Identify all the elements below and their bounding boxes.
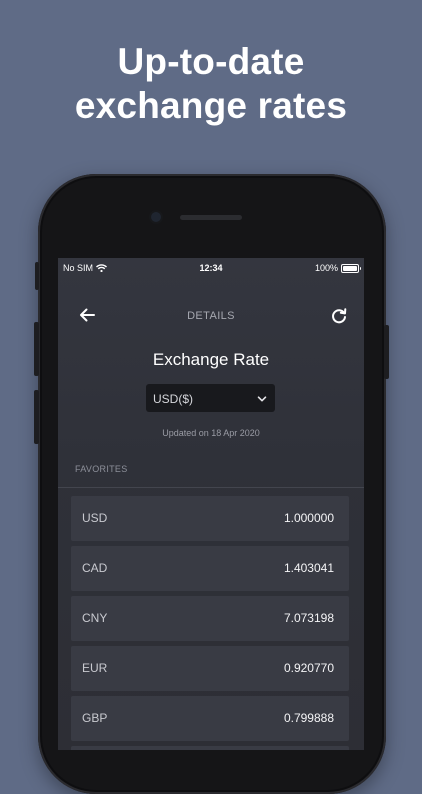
nav-title: DETAILS [187,310,235,322]
currency-rate: 1.000000 [283,511,334,525]
app-screen: No SIM 12:34 100% DETAILS Exchange Rate … [58,258,364,750]
currency-row-partial[interactable] [71,746,349,750]
favorites-section-label: FAVORITES [75,464,128,474]
refresh-icon [332,308,347,324]
page-title: Exchange Rate [152,350,270,369]
updated-timestamp: Updated on 18 Apr 2020 [162,428,260,438]
headline-line-1: Up-to-date [117,41,305,82]
battery-group: 100% [314,263,361,273]
currency-row-cny[interactable]: CNY 7.073198 [71,596,349,641]
currency-rate: 1.403041 [283,561,334,575]
battery-percentage: 100% [314,263,338,273]
currency-rate: 7.073198 [283,611,334,625]
earpiece-speaker [180,215,242,220]
refresh-button[interactable] [328,305,350,327]
phone-power-button [384,325,389,379]
phone-volume-down [34,390,39,444]
currency-code: GBP [82,711,108,725]
currency-row-usd[interactable]: USD 1.000000 [71,496,349,541]
currency-row-gbp[interactable]: GBP 0.799888 [71,696,349,741]
chevron-down-icon [257,396,267,402]
currency-code: USD [82,511,108,525]
headline-line-2: exchange rates [74,85,348,126]
currency-code: CAD [82,561,108,575]
front-camera [151,212,161,222]
currency-dropdown[interactable]: USD($) [146,384,275,412]
currency-rate: 0.799888 [283,711,334,725]
currency-dropdown-value: USD($) [153,392,194,406]
favorites-list: USD 1.000000 CAD 1.403041 CNY 7.073198 E… [71,496,349,750]
currency-rate: 0.920770 [283,661,334,675]
currency-code: CNY [82,611,108,625]
phone-mute-switch [35,262,39,290]
headline: Up-to-date exchange rates [0,40,422,128]
section-divider [58,487,364,488]
navigation-bar: DETAILS [58,298,364,332]
currency-code: EUR [82,661,108,675]
status-bar: No SIM 12:34 100% [58,258,364,278]
phone-volume-up [34,322,39,376]
currency-row-cad[interactable]: CAD 1.403041 [71,546,349,591]
currency-row-eur[interactable]: EUR 0.920770 [71,646,349,691]
battery-icon [341,263,361,273]
